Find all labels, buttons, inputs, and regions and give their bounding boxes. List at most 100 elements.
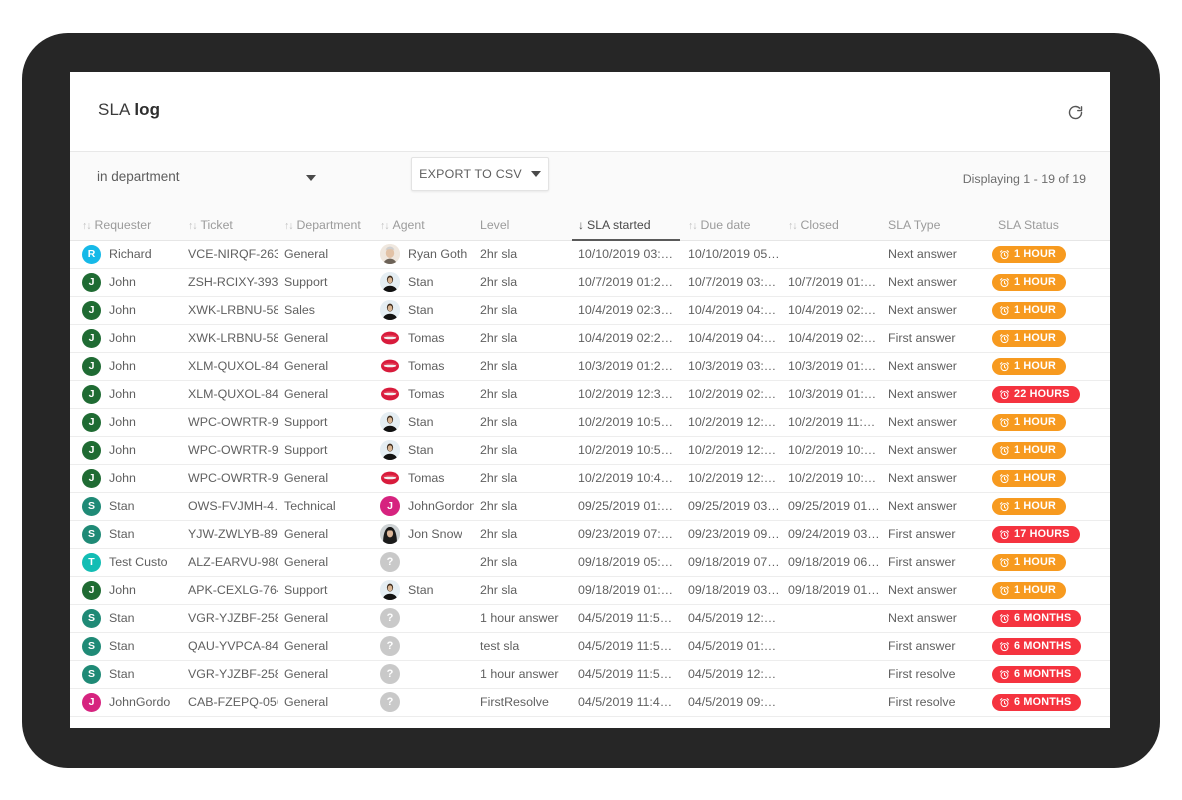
- export-to-csv-button[interactable]: EXPORT TO CSV: [411, 157, 549, 191]
- requester-name: Test Custo: [109, 555, 168, 569]
- cell-sla-type-text: Next answer: [888, 611, 988, 625]
- cell-sla-type: Next answer: [882, 240, 988, 268]
- column-header-department[interactable]: ↑↓Department: [278, 208, 374, 240]
- cell-ticket-text: XLM-QUXOL-848: [188, 359, 278, 373]
- cell-level: 2hr sla: [474, 408, 572, 436]
- cell-closed: [782, 632, 882, 660]
- cell-sla-started: 10/2/2019 10:4…: [572, 464, 682, 492]
- cell-closed: 09/24/2019 03…: [782, 520, 882, 548]
- status-badge: 17 HOURS: [992, 526, 1080, 543]
- table-row[interactable]: JJohnXWK-LRBNU-588SalesStan2hr sla10/4/2…: [70, 296, 1110, 324]
- page-title-bold: log: [134, 100, 160, 119]
- table-row[interactable]: JJohnWPC-OWRTR-9…SupportStan2hr sla10/2/…: [70, 436, 1110, 464]
- requester-avatar: J: [82, 273, 101, 292]
- table-row[interactable]: JJohnAPK-CEXLG-764SupportStan2hr sla09/1…: [70, 576, 1110, 604]
- agent-avatar-photo: [380, 272, 400, 292]
- column-header-closed[interactable]: ↑↓Closed: [782, 208, 882, 240]
- requester-name: Stan: [109, 499, 135, 513]
- chevron-down-icon: [531, 171, 541, 177]
- refresh-icon[interactable]: [1062, 99, 1088, 125]
- cell-level: 2hr sla: [474, 268, 572, 296]
- table-row[interactable]: SStanQAU-YVPCA-847General?test sla04/5/2…: [70, 632, 1110, 660]
- cell-sla-status: 1 HOUR: [988, 324, 1110, 352]
- table-row[interactable]: SStanVGR-YJZBF-258General?1 hour answer0…: [70, 660, 1110, 688]
- table-row[interactable]: RRichardVCE-NIRQF-263GeneralRyan Goth2hr…: [70, 240, 1110, 268]
- cell-sla-started-text: 04/5/2019 11:5…: [578, 667, 682, 681]
- requester-name: John: [109, 359, 136, 373]
- cell-requester: SStan: [70, 660, 182, 688]
- column-header-ticket[interactable]: ↑↓Ticket: [182, 208, 278, 240]
- table-row[interactable]: JJohnWPC-OWRTR-9…GeneralTomas2hr sla10/2…: [70, 464, 1110, 492]
- cell-ticket: YJW-ZWLYB-895: [182, 520, 278, 548]
- status-badge: 1 HOUR: [992, 582, 1066, 599]
- table-row[interactable]: SStanOWS-FVJMH-4…TechnicalJJohnGordon2hr…: [70, 492, 1110, 520]
- screenshot-root: SLA log in department EXPORT TO CSV Disp…: [0, 0, 1182, 800]
- cell-due-date-text: 04/5/2019 12:…: [688, 611, 782, 625]
- table-row[interactable]: JJohnWPC-OWRTR-9…SupportStan2hr sla10/2/…: [70, 408, 1110, 436]
- cell-ticket-text: QAU-YVPCA-847: [188, 639, 278, 653]
- cell-level-text: 2hr sla: [480, 527, 572, 541]
- cell-due-date-text: 04/5/2019 01:…: [688, 639, 782, 653]
- cell-sla-type: First resolve: [882, 688, 988, 716]
- cell-due-date-text: 04/5/2019 12:…: [688, 667, 782, 681]
- cell-requester: JJohn: [70, 408, 182, 436]
- table-header: ↑↓Requester↑↓Ticket↑↓Department↑↓AgentLe…: [70, 208, 1110, 240]
- table-row[interactable]: SStanVGR-YJZBF-258General?1 hour answer0…: [70, 604, 1110, 632]
- table-row[interactable]: JJohnXWK-LRBNU-588GeneralTomas2hr sla10/…: [70, 324, 1110, 352]
- cell-sla-status: 1 HOUR: [988, 576, 1110, 604]
- cell-level: 1 hour answer: [474, 604, 572, 632]
- agent-avatar-photo: [380, 244, 400, 264]
- status-badge-label: 1 HOUR: [1014, 445, 1056, 456]
- cell-department: General: [278, 548, 374, 576]
- cell-requester: SStan: [70, 520, 182, 548]
- cell-department: Technical: [278, 492, 374, 520]
- cell-sla-type: Next answer: [882, 492, 988, 520]
- status-badge: 1 HOUR: [992, 246, 1066, 263]
- cell-department: General: [278, 660, 374, 688]
- cell-ticket: APK-CEXLG-764: [182, 576, 278, 604]
- requester-avatar: T: [82, 553, 101, 572]
- cell-due-date-text: 10/7/2019 03:…: [688, 275, 782, 289]
- cell-level-text: 2hr sla: [480, 303, 572, 317]
- cell-sla-status: 6 MONTHS: [988, 660, 1110, 688]
- requester-name: John: [109, 331, 136, 345]
- column-header-due-date[interactable]: ↑↓Due date: [682, 208, 782, 240]
- cell-sla-type-text: First answer: [888, 639, 988, 653]
- cell-sla-started: 10/10/2019 03:…: [572, 240, 682, 268]
- cell-agent: Tomas: [374, 324, 474, 352]
- cell-ticket: VCE-NIRQF-263: [182, 240, 278, 268]
- cell-ticket-text: APK-CEXLG-764: [188, 583, 278, 597]
- cell-agent: Stan: [374, 436, 474, 464]
- chevron-down-icon[interactable]: [306, 175, 316, 181]
- column-header-sla-started[interactable]: ↓SLA started: [572, 208, 682, 240]
- cell-level-text: 2hr sla: [480, 443, 572, 457]
- column-header-requester[interactable]: ↑↓Requester: [70, 208, 182, 240]
- cell-sla-started-text: 10/3/2019 01:2…: [578, 359, 682, 373]
- column-header-label: Ticket: [201, 218, 233, 232]
- table-row[interactable]: JJohnGordoCAB-FZEPQ-056General?FirstReso…: [70, 688, 1110, 716]
- column-header-agent[interactable]: ↑↓Agent: [374, 208, 474, 240]
- cell-sla-type: Next answer: [882, 604, 988, 632]
- cell-closed-text: 09/25/2019 01…: [788, 499, 882, 513]
- cell-sla-type: Next answer: [882, 268, 988, 296]
- cell-sla-started: 04/5/2019 11:5…: [572, 604, 682, 632]
- cell-requester: JJohn: [70, 576, 182, 604]
- cell-level-text: 2hr sla: [480, 387, 572, 401]
- cell-sla-started-text: 10/2/2019 12:3…: [578, 387, 682, 401]
- cell-ticket-text: YJW-ZWLYB-895: [188, 527, 278, 541]
- cell-closed: [782, 688, 882, 716]
- cell-level: 2hr sla: [474, 380, 572, 408]
- cell-sla-started-text: 10/2/2019 10:5…: [578, 415, 682, 429]
- agent-name: Tomas: [408, 331, 445, 345]
- table-row[interactable]: JJohnXLM-QUXOL-848GeneralTomas2hr sla10/…: [70, 380, 1110, 408]
- cell-requester: T Test Custo: [70, 548, 182, 576]
- cell-department-text: Support: [284, 443, 374, 457]
- column-header-label: Requester: [95, 218, 152, 232]
- table-row[interactable]: SStanYJW-ZWLYB-895GeneralJon Snow2hr sla…: [70, 520, 1110, 548]
- column-header-label: SLA started: [587, 218, 651, 232]
- cell-ticket-text: VGR-YJZBF-258: [188, 667, 278, 681]
- table-row[interactable]: JJohnZSH-RCIXY-393SupportStan2hr sla10/7…: [70, 268, 1110, 296]
- table-row[interactable]: TTest CustoALZ-EARVU-980General?2hr sla0…: [70, 548, 1110, 576]
- table-row[interactable]: JJohnXLM-QUXOL-848GeneralTomas2hr sla10/…: [70, 352, 1110, 380]
- cell-sla-status: 6 MONTHS: [988, 632, 1110, 660]
